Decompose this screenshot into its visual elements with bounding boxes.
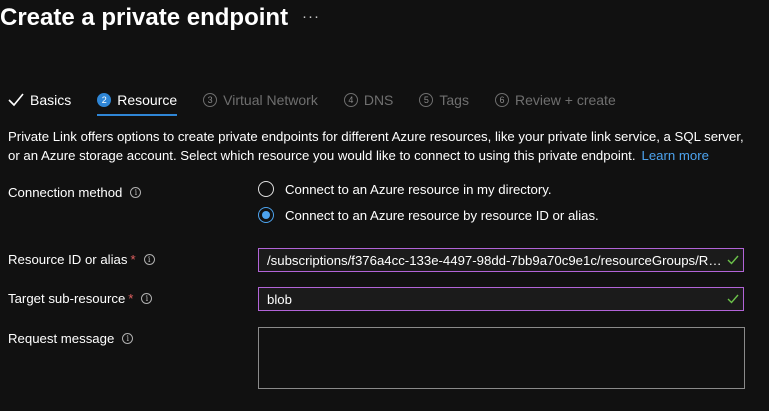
tab-label: Resource [117,92,178,108]
target-sub-resource-text: Target sub-resource [8,291,126,306]
info-icon[interactable]: i [143,254,155,265]
wizard-tabs: Basics 2 Resource 3 Virtual Network 4 DN… [8,88,642,116]
radio-label: Connect to an Azure resource in my direc… [285,181,552,197]
request-message-label: Request message i [8,331,134,346]
check-icon [8,93,24,107]
tab-resource[interactable]: 2 Resource [97,88,178,116]
info-icon[interactable]: i [141,293,153,304]
resource-id-text: Resource ID or alias [8,252,128,267]
radio-label: Connect to an Azure resource by resource… [285,207,599,223]
resource-id-label: Resource ID or alias * i [8,252,155,267]
tab-label: Basics [30,92,72,108]
intro-description: Private Link offers options to create pr… [8,129,744,163]
valid-check-icon [723,255,743,265]
connection-method-label: Connection method i [8,185,142,200]
tab-label: Tags [439,92,469,108]
step-number-icon: 3 [203,93,218,107]
request-message-text: Request message [8,331,115,346]
step-number-icon: 4 [343,93,358,107]
tab-label: DNS [363,92,394,108]
tab-tags[interactable]: 5 Tags [419,88,469,112]
target-sub-resource-value[interactable]: blob [259,292,723,307]
radio-selected-dot [262,211,270,219]
radio-option-resource-id[interactable]: Connect to an Azure resource by resource… [258,207,599,223]
tab-label: Review + create [514,92,616,108]
page-title: Create a private endpoint [0,4,289,31]
tab-basics[interactable]: Basics [8,88,71,112]
tab-review-create[interactable]: 6 Review + create [494,88,616,112]
tab-label: Virtual Network [223,92,318,108]
valid-check-icon [723,294,743,304]
target-sub-resource-label: Target sub-resource * i [8,291,153,306]
target-sub-resource-select[interactable]: blob [258,287,744,311]
radio-option-directory[interactable]: Connect to an Azure resource in my direc… [258,181,552,197]
step-number-icon: 2 [97,93,112,107]
learn-more-link[interactable]: Learn more [642,148,709,163]
connection-method-text: Connection method [8,185,123,200]
required-marker: * [130,252,136,267]
intro-text: Private Link offers options to create pr… [8,127,758,165]
request-message-textarea[interactable] [258,327,745,389]
step-number-icon: 5 [419,93,434,107]
tab-dns[interactable]: 4 DNS [343,88,394,112]
radio-button[interactable] [258,181,274,197]
more-icon[interactable]: ··· [302,8,320,25]
resource-id-input[interactable]: /subscriptions/f376a4cc-133e-4497-98dd-7… [258,248,744,272]
tab-virtual-network[interactable]: 3 Virtual Network [203,88,318,112]
info-icon[interactable]: i [130,187,142,198]
radio-button[interactable] [258,207,274,223]
info-icon[interactable]: i [122,333,134,344]
required-marker: * [128,291,134,306]
step-number-icon: 6 [494,93,509,107]
resource-id-value[interactable]: /subscriptions/f376a4cc-133e-4497-98dd-7… [259,253,723,268]
